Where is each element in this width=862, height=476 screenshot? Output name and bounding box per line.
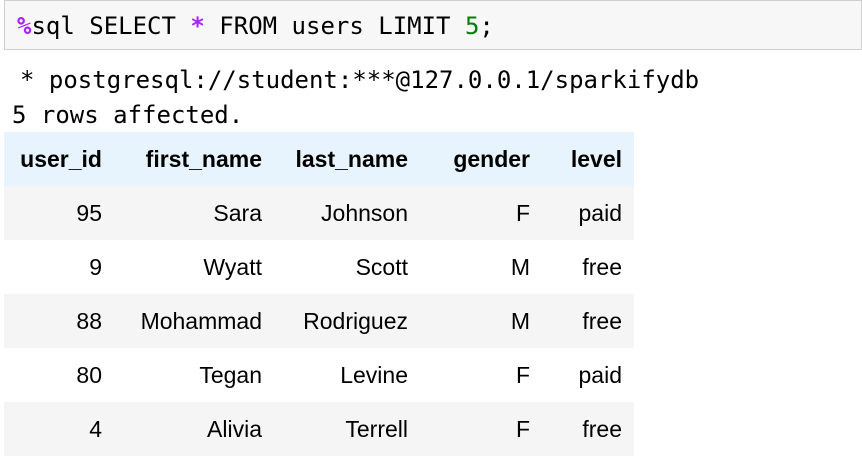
cell-gender: F [515,361,530,388]
cell-user-id: 95 [76,199,102,226]
from-clause: FROM users LIMIT [204,12,465,40]
cell-last-name: Johnson [321,199,408,226]
code-input-cell[interactable]: %sql SELECT * FROM users LIMIT 5; [4,0,862,50]
cell-last-name: Terrell [345,415,408,442]
statement-terminator: ; [479,12,494,40]
rows-affected-text: 5 rows affected. [12,101,244,129]
connection-string: * postgresql://student:***@127.0.0.1/spa… [20,66,700,94]
header-level: level [570,145,622,172]
cell-first-name: Tegan [199,361,262,388]
cell-first-name: Alivia [207,415,262,442]
cell-gender: M [510,307,530,334]
cell-user-id: 80 [76,361,102,388]
cell-last-name: Levine [340,361,408,388]
header-last-name: last_name [295,145,408,172]
limit-number: 5 [464,12,480,40]
cell-level: paid [578,361,622,388]
cell-gender: F [515,415,530,442]
table-header-row: user_id first_name last_name gender leve… [4,132,634,186]
star-operator: * [190,12,205,40]
cell-user-id: 88 [76,307,102,334]
header-first-name: first_name [145,145,262,172]
cell-level: free [582,307,622,334]
cell-level: free [582,253,622,280]
cell-user-id: 4 [89,415,102,442]
cell-first-name: Wyatt [203,253,262,280]
select-keyword: SELECT [74,12,191,40]
table-row: 9 Wyatt Scott M free [4,240,634,294]
magic-keyword: sql [31,12,75,40]
cell-level: paid [578,199,622,226]
table-row: 4 Alivia Terrell F free [4,402,634,456]
sql-code[interactable]: %sql SELECT * FROM users LIMIT 5; [17,10,494,42]
cell-first-name: Sara [213,199,262,226]
magic-percent: % [17,12,32,40]
result-table: user_id first_name last_name gender leve… [4,132,634,456]
cell-last-name: Scott [355,253,408,280]
table-row: 80 Tegan Levine F paid [4,348,634,402]
table-row: 88 Mohammad Rodriguez M free [4,294,634,348]
cell-gender: F [515,199,530,226]
cell-gender: M [510,253,530,280]
cell-user-id: 9 [89,253,102,280]
cell-level: free [582,415,622,442]
cell-first-name: Mohammad [140,307,262,334]
table-row: 95 Sara Johnson F paid [4,186,634,240]
header-user-id: user_id [20,145,102,172]
cell-last-name: Rodriguez [303,307,408,334]
header-gender: gender [453,145,530,172]
